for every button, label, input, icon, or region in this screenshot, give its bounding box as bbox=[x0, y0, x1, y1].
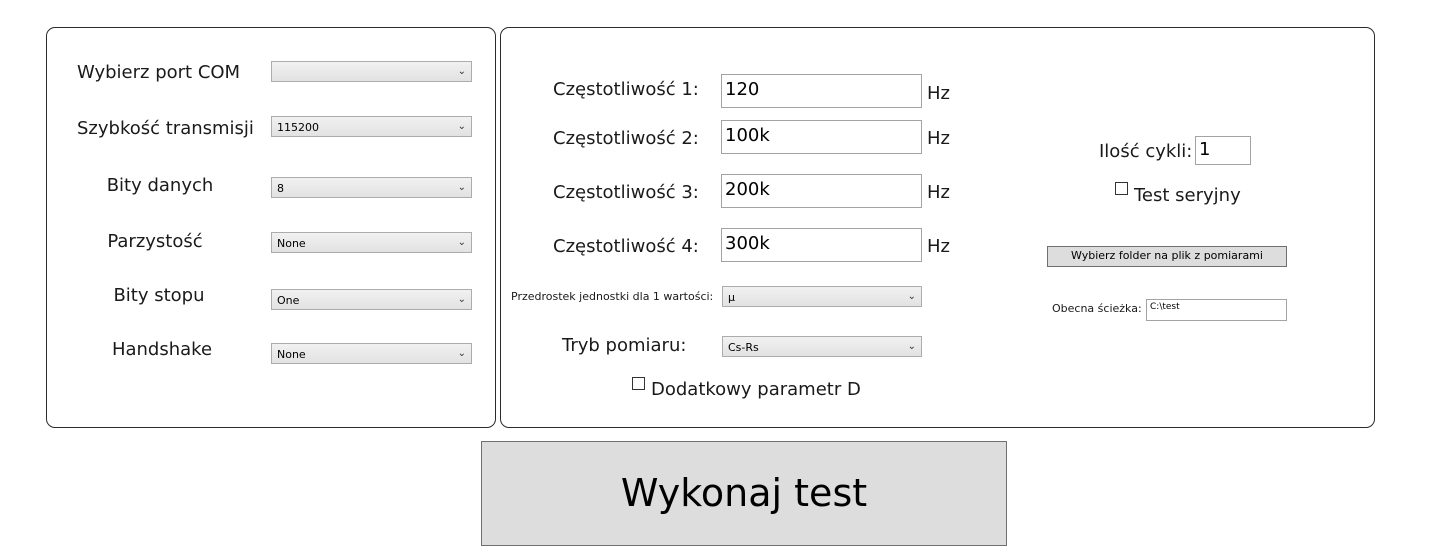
frequency-2-input[interactable]: 100k bbox=[721, 120, 922, 154]
chevron-down-icon: ⌄ bbox=[457, 348, 466, 359]
extra-param-label[interactable]: Dodatkowy parametr D bbox=[651, 379, 861, 401]
com-settings-panel bbox=[46, 27, 496, 428]
stop-bits-select[interactable]: One ⌄ bbox=[271, 289, 472, 310]
measurement-mode-label: Tryb pomiaru: bbox=[562, 335, 687, 356]
frequency-1-input[interactable]: 120 bbox=[721, 74, 922, 108]
baud-rate-label: Szybkość transmisji bbox=[77, 118, 254, 139]
parity-value: None bbox=[277, 237, 306, 250]
com-port-label: Wybierz port COM bbox=[77, 62, 241, 83]
extra-param-checkbox[interactable] bbox=[632, 377, 645, 390]
baud-rate-value: 115200 bbox=[277, 121, 319, 134]
handshake-label: Handshake bbox=[111, 339, 213, 360]
frequency-3-label: Częstotliwość 3: bbox=[553, 182, 699, 203]
unit-prefix-value: µ bbox=[728, 291, 735, 304]
com-port-select[interactable]: ⌄ bbox=[271, 61, 472, 82]
baud-rate-select[interactable]: 115200 ⌄ bbox=[271, 116, 472, 137]
unit-prefix-label: Przedrostek jednostki dla 1 wartości: bbox=[511, 290, 714, 303]
frequency-4-input[interactable]: 300k bbox=[721, 228, 922, 262]
chevron-down-icon: ⌄ bbox=[457, 121, 466, 132]
choose-folder-button[interactable]: Wybierz folder na plik z pomiarami bbox=[1047, 246, 1287, 267]
frequency-3-unit: Hz bbox=[927, 182, 950, 203]
handshake-value: None bbox=[277, 348, 306, 361]
chevron-down-icon: ⌄ bbox=[457, 66, 466, 77]
stop-bits-label: Bity stopu bbox=[113, 285, 205, 306]
chevron-down-icon: ⌄ bbox=[457, 237, 466, 248]
frequency-4-unit: Hz bbox=[927, 236, 950, 257]
frequency-4-label: Częstotliwość 4: bbox=[553, 236, 699, 257]
frequency-1-label: Częstotliwość 1: bbox=[553, 79, 699, 100]
unit-prefix-select[interactable]: µ ⌄ bbox=[722, 286, 922, 307]
frequency-3-input[interactable]: 200k bbox=[721, 174, 922, 208]
data-bits-value: 8 bbox=[277, 182, 284, 195]
stop-bits-value: One bbox=[277, 294, 300, 307]
serial-test-label[interactable]: Test seryjny bbox=[1134, 185, 1241, 207]
frequency-2-label: Częstotliwość 2: bbox=[553, 128, 699, 149]
chevron-down-icon: ⌄ bbox=[907, 341, 916, 352]
current-path-label: Obecna ścieżka: bbox=[1052, 302, 1142, 315]
measurement-mode-select[interactable]: Cs-Rs ⌄ bbox=[722, 336, 922, 357]
chevron-down-icon: ⌄ bbox=[907, 291, 916, 302]
chevron-down-icon: ⌄ bbox=[457, 182, 466, 193]
data-bits-label: Bity danych bbox=[106, 175, 214, 196]
data-bits-select[interactable]: 8 ⌄ bbox=[271, 177, 472, 198]
run-test-button[interactable]: Wykonaj test bbox=[481, 441, 1007, 546]
parity-select[interactable]: None ⌄ bbox=[271, 232, 472, 253]
current-path-input[interactable]: C:\test bbox=[1146, 299, 1287, 321]
frequency-1-unit: Hz bbox=[927, 83, 950, 104]
frequency-2-unit: Hz bbox=[927, 128, 950, 149]
handshake-select[interactable]: None ⌄ bbox=[271, 343, 472, 364]
parity-label: Parzystość bbox=[107, 231, 203, 252]
cycles-label: Ilość cykli: bbox=[1099, 141, 1193, 162]
measurement-mode-value: Cs-Rs bbox=[728, 341, 759, 354]
cycles-input[interactable]: 1 bbox=[1195, 136, 1251, 165]
serial-test-checkbox[interactable] bbox=[1115, 182, 1128, 195]
chevron-down-icon: ⌄ bbox=[457, 294, 466, 305]
